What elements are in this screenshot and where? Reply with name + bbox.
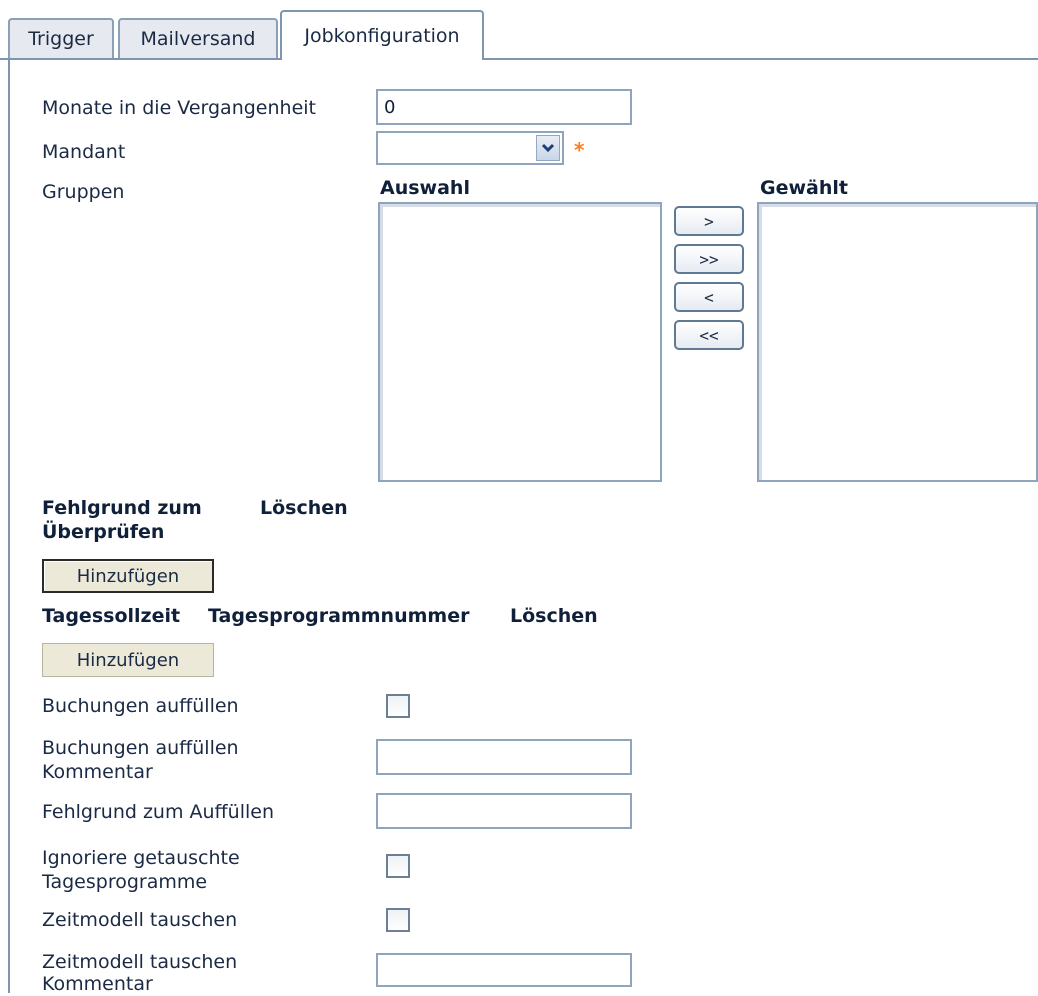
monate-input[interactable] <box>376 89 632 125</box>
add-tagessollzeit-button[interactable]: Hinzufügen <box>42 643 214 677</box>
chevron-down-icon[interactable] <box>536 135 560 161</box>
move-all-left-button[interactable]: << <box>674 320 744 350</box>
zeitmodell-kommentar-input[interactable] <box>376 953 632 987</box>
fehlgrund-auffuellen-label: Fehlgrund zum Auffüllen <box>42 801 274 823</box>
buchungen-kommentar-label-line2: Kommentar <box>42 761 153 783</box>
tab-trigger[interactable]: Trigger <box>8 18 114 58</box>
auswahl-listbox[interactable] <box>378 202 662 482</box>
move-all-right-button[interactable]: >> <box>674 244 744 274</box>
zeitmodell-kommentar-label-line2: Kommentar <box>42 973 153 995</box>
buchungen-kommentar-input[interactable] <box>376 739 632 775</box>
buchungen-kommentar-label-line1: Buchungen auffüllen <box>42 737 239 759</box>
fehlgrund-header-line1: Fehlgrund zum <box>42 497 202 519</box>
ignoriere-label-line1: Ignoriere getauschte <box>42 847 240 869</box>
gewaehlt-listbox[interactable] <box>757 202 1038 482</box>
panel-border <box>8 58 10 993</box>
tagesprogrammnummer-header: Tagesprogrammnummer <box>208 605 470 627</box>
zeitmodell-kommentar-label-line1: Zeitmodell tauschen <box>42 951 238 973</box>
tab-bar: Trigger Mailversand Jobkonfiguration <box>0 0 1038 62</box>
buchungen-label: Buchungen auffüllen <box>42 695 239 717</box>
zeitmodell-label: Zeitmodell tauschen <box>42 909 238 931</box>
zeitmodell-checkbox[interactable] <box>386 908 410 932</box>
required-marker: * <box>574 138 585 162</box>
auswahl-header: Auswahl <box>380 177 470 199</box>
tab-mailversand[interactable]: Mailversand <box>118 18 278 58</box>
buchungen-checkbox[interactable] <box>386 694 410 718</box>
add-fehlgrund-button[interactable]: Hinzufügen <box>42 559 214 593</box>
mandant-label: Mandant <box>42 141 126 163</box>
gruppen-label: Gruppen <box>42 181 125 203</box>
gewaehlt-header: Gewählt <box>760 177 848 199</box>
mandant-select[interactable] <box>376 131 564 165</box>
ignoriere-label-line2: Tagesprogramme <box>42 871 208 893</box>
tages-loeschen-header: Löschen <box>510 605 598 627</box>
tab-jobkonfiguration[interactable]: Jobkonfiguration <box>280 10 484 62</box>
ignoriere-checkbox[interactable] <box>386 854 410 878</box>
tagessollzeit-header: Tagessollzeit <box>42 605 181 627</box>
tab-divider <box>0 58 1038 60</box>
loeschen-header: Löschen <box>260 497 348 519</box>
fehlgrund-auffuellen-input[interactable] <box>376 793 632 829</box>
move-right-button[interactable]: > <box>674 206 744 236</box>
monate-label: Monate in die Vergangenheit <box>42 97 316 119</box>
fehlgrund-header-line2: Überprüfen <box>42 521 165 543</box>
move-left-button[interactable]: < <box>674 282 744 312</box>
